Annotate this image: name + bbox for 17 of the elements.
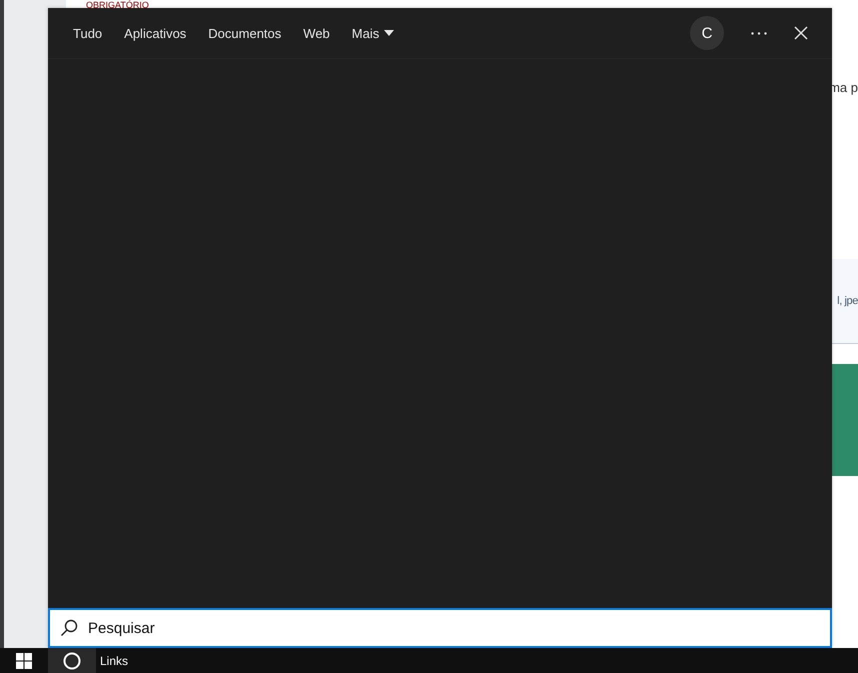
search-circle-icon <box>63 652 81 670</box>
filter-tab[interactable]: Aplicativos <box>113 16 198 50</box>
search-bar[interactable]: Pesquisar <box>48 608 832 648</box>
ellipsis-icon <box>751 32 767 34</box>
required-label: OBRIGATÓRIO <box>86 0 149 10</box>
windows-logo-icon <box>16 652 32 668</box>
close-icon <box>794 26 808 40</box>
search-icon <box>60 619 78 637</box>
filter-tab[interactable]: Mais <box>340 16 406 50</box>
account-avatar[interactable]: C <box>690 16 724 50</box>
filter-tab[interactable]: Web <box>292 16 341 50</box>
file-types-text: l, jpe <box>837 295 858 307</box>
caret-icon <box>384 30 394 36</box>
filter-tab[interactable]: Tudo <box>62 16 114 50</box>
taskbar-search-button[interactable] <box>48 648 96 673</box>
filter-tab[interactable]: Documentos <box>197 16 292 50</box>
taskbar-label[interactable]: Links <box>100 654 128 668</box>
